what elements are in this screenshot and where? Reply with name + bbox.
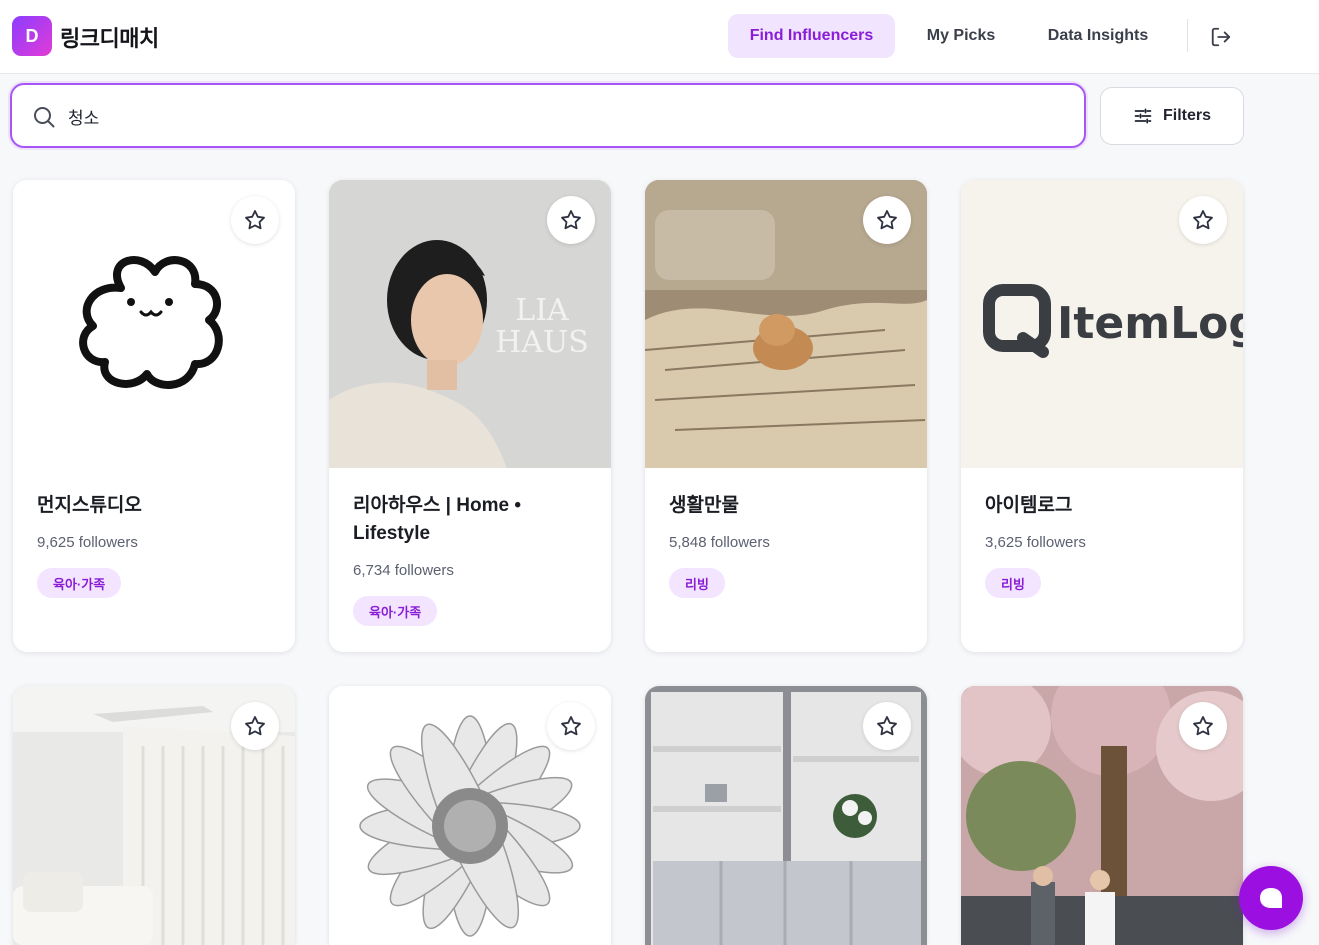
favorite-button[interactable] [1179,196,1227,244]
nav-data-insights[interactable]: Data Insights [1030,14,1166,58]
filters-button[interactable]: Filters [1100,87,1244,145]
app-logo[interactable]: D [12,16,52,56]
influencer-name[interactable]: 아이템로그 [985,492,1221,520]
filters-label: Filters [1162,107,1211,124]
logout-button[interactable] [1206,22,1236,52]
category-tag: 육아·가족 [37,568,122,598]
influencer-name[interactable]: 먼지스튜디오 [37,492,273,520]
favorite-button[interactable] [1179,702,1227,750]
influencer-card[interactable] [329,686,611,945]
svg-text:HAUS: HAUS [495,325,589,360]
influencer-card[interactable] [645,686,927,945]
search-icon [34,107,55,128]
influencer-card[interactable]: LIA HAUS 리아하우스 | Home • Lifestyle 6,734 … [329,180,611,652]
category-tag: 리빙 [669,568,725,598]
favorite-button[interactable] [863,196,911,244]
star-icon [561,210,581,230]
app-name[interactable]: 링크디매치 [60,21,159,53]
star-icon [245,210,265,230]
follower-count: 6,734 followers [353,562,454,579]
follower-count: 9,625 followers [37,534,138,551]
svg-text:ItemLog: ItemLog [1057,298,1243,349]
star-icon [877,716,897,736]
follower-count: 5,848 followers [669,534,770,551]
influencer-card[interactable]: 먼지스튜디오 9,625 followers 육아·가족 [13,180,295,652]
nav-find-influencers[interactable]: Find Influencers [728,14,895,58]
star-icon [245,716,265,736]
favorite-button[interactable] [231,196,279,244]
follower-count: 3,625 followers [985,534,1086,551]
sliders-icon [1134,108,1152,124]
nav-my-picks[interactable]: My Picks [912,14,1010,58]
influencer-name[interactable]: 생활만물 [669,492,905,520]
top-nav-bar: D 링크디매치 Find Influencers My Picks Data I… [0,0,1319,74]
star-icon [1193,716,1213,736]
category-tag: 리빙 [985,568,1041,598]
favorite-button[interactable] [231,702,279,750]
influencer-card[interactable]: ItemLog 아이템로그 3,625 followers 리빙 [961,180,1243,652]
favorite-button[interactable] [547,196,595,244]
chat-button[interactable] [1239,866,1303,930]
logout-icon [1211,27,1231,47]
category-tag: 육아·가족 [353,596,438,626]
influencer-card[interactable] [13,686,295,945]
logo-letter: D [25,25,39,46]
influencer-card[interactable] [961,686,1243,945]
chat-bubble-icon [1260,888,1282,908]
favorite-button[interactable] [863,702,911,750]
star-icon [877,210,897,230]
favorite-button[interactable] [547,702,595,750]
star-icon [1193,210,1213,230]
star-icon [561,716,581,736]
search-input[interactable] [68,99,1048,133]
nav-divider [1187,19,1188,52]
search-bar[interactable] [10,83,1086,148]
svg-text:LIA: LIA [515,293,569,328]
influencer-card[interactable]: 생활만물 5,848 followers 리빙 [645,180,927,652]
influencer-name[interactable]: 리아하우스 | Home • Lifestyle [353,492,589,548]
